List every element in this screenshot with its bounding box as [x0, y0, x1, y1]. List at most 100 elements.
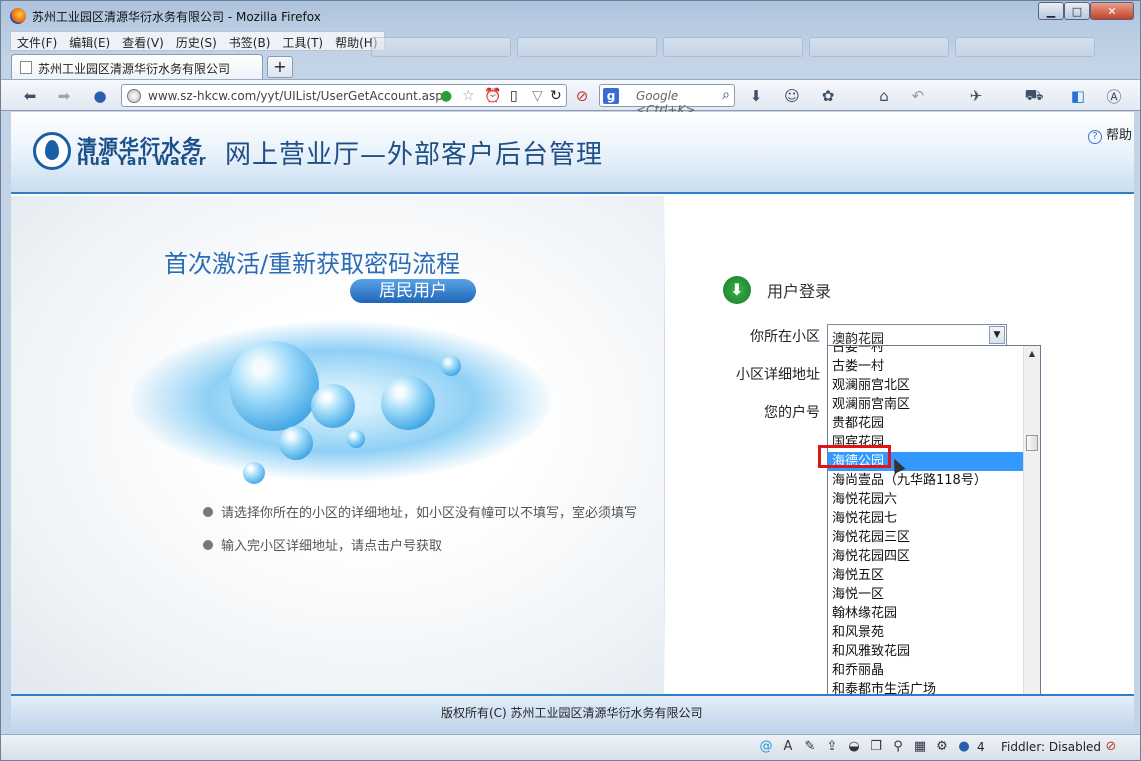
down-arrow-icon: ⬇ — [723, 276, 751, 304]
bubble-image — [381, 376, 435, 430]
minimize-button[interactable]: ▁ — [1038, 2, 1064, 20]
cart-icon[interactable]: ⛟ — [1023, 85, 1045, 107]
bubble-image — [229, 341, 319, 431]
dropdown-option[interactable]: 和风景苑 — [828, 623, 1024, 642]
tools-icon[interactable]: ✈ — [965, 85, 987, 107]
water-drop-logo-icon — [33, 132, 71, 170]
go-icon[interactable]: ● — [440, 88, 452, 104]
help-icon: ? — [1088, 130, 1102, 144]
mobile-icon[interactable]: ▯ — [510, 88, 518, 104]
bullet-icon — [203, 506, 213, 517]
gear-icon[interactable]: ⚙ — [934, 739, 950, 755]
back-arrow-icon[interactable]: ⬅ — [19, 85, 41, 107]
dropdown-option[interactable]: 海悦花园四区 — [828, 547, 1024, 566]
addon-blue-icon[interactable]: ◧ — [1067, 85, 1089, 107]
resident-user-badge: 居民用户 — [350, 279, 476, 303]
download-icon[interactable]: ⬇ — [745, 85, 767, 107]
instruction-list: 请选择你所在的小区的详细地址，如小区没有幢可以不填写，室必须填写 输入完小区详细… — [203, 502, 637, 568]
tab-strip: 苏州工业园区清源华衍水务有限公司 + — [1, 53, 1140, 79]
status-bar: @ A ✎ ⇪ ◒ ❐ ⚲ ▦ ⚙ ● 4 Fiddler: Disabled … — [1, 734, 1140, 760]
tab-active[interactable]: 苏州工业园区清源华衍水务有限公司 — [11, 54, 263, 79]
grid-icon[interactable]: ▦ — [912, 739, 928, 755]
address-bar[interactable]: www.sz-hkcw.com/yyt/UIList/UserGetAccoun… — [121, 84, 567, 107]
menu-edit[interactable]: 编辑(E) — [63, 32, 116, 50]
site-header: 清源华衍水务 Hua Yan Water 网上营业厅—外部客户后台管理 ? 帮助 — [11, 112, 1134, 194]
url-text: www.sz-hkcw.com/yyt/UIList/UserGetAccoun… — [148, 89, 451, 103]
zoom-icon[interactable]: ⚲ — [890, 739, 906, 755]
home-icon[interactable]: ⌂ — [873, 85, 895, 107]
bubble-image — [243, 462, 265, 484]
chevron-down-icon[interactable]: ▼ — [989, 326, 1005, 344]
dropdown-option[interactable]: 海悦花园六 — [828, 490, 1024, 509]
menu-history[interactable]: 历史(S) — [170, 32, 223, 50]
noscript-icon[interactable]: ⊘ — [571, 85, 593, 107]
page-content: 清源华衍水务 Hua Yan Water 网上营业厅—外部客户后台管理 ? 帮助 … — [11, 112, 1134, 733]
firefox-icon — [10, 8, 26, 24]
dropdown-option[interactable]: 古娄一村 — [828, 346, 1024, 357]
fiddler-status[interactable]: Fiddler: Disabled — [1001, 740, 1101, 754]
dropdown-option[interactable]: 海尚壹品（九华路118号） — [828, 471, 1024, 490]
dropdown-option[interactable]: 海悦一区 — [828, 585, 1024, 604]
globe-icon[interactable]: ● — [956, 739, 972, 755]
dropdown-option[interactable]: 贵都花园 — [828, 414, 1024, 433]
search-box[interactable]: g Google <Ctrl+K> ⌕ — [599, 84, 735, 117]
bubble-image — [279, 426, 313, 460]
extension-icon[interactable]: ✿ — [817, 85, 839, 107]
tab-count: 4 — [977, 740, 985, 754]
dropdown-option[interactable]: 海悦花园七 — [828, 509, 1024, 528]
window-icon[interactable]: ❐ — [868, 739, 884, 755]
alarm-icon[interactable]: ⏰ — [484, 88, 501, 104]
text-icon[interactable]: Ⓐ — [1103, 85, 1125, 107]
search-icon[interactable]: ⌕ — [722, 87, 730, 103]
addon-icon[interactable]: ☺ — [781, 85, 803, 107]
noscript-status-icon[interactable]: ⊘ — [1103, 739, 1119, 755]
list-item: 输入完小区详细地址，请点击户号获取 — [203, 535, 637, 554]
dropdown-option[interactable]: 观澜丽宫北区 — [828, 376, 1024, 395]
site-footer: 版权所有(C) 苏州工业园区清源华衍水务有限公司 — [11, 694, 1134, 733]
edit-icon[interactable]: ✎ — [802, 739, 818, 755]
community-select[interactable]: 澳韵花园 ▼ — [827, 324, 1007, 347]
account-label: 您的户号 — [764, 405, 820, 421]
home-globe-icon[interactable]: ● — [89, 85, 111, 107]
dropdown-option[interactable]: 和风雅致花园 — [828, 642, 1024, 661]
bookmark-star-icon[interactable]: ☆ — [462, 88, 475, 104]
maximize-button[interactable]: □ — [1064, 2, 1090, 20]
tab-label: 苏州工业园区清源华衍水务有限公司 — [38, 62, 231, 76]
dropdown-option[interactable]: 观澜丽宫南区 — [828, 395, 1024, 414]
search-engine-icon[interactable]: g — [603, 88, 619, 104]
dropdown-chevron-icon[interactable]: ▽ — [532, 88, 543, 104]
undo-icon[interactable]: ↶ — [907, 85, 929, 107]
new-tab-button[interactable]: + — [267, 56, 293, 78]
reload-icon[interactable]: ↻ — [550, 88, 562, 104]
menu-tools[interactable]: 工具(T) — [276, 32, 329, 50]
login-title: 用户登录 — [767, 282, 832, 301]
mask-icon[interactable]: ◒ — [846, 739, 862, 755]
dropdown-scrollbar[interactable]: ▲ ▼ — [1023, 346, 1040, 731]
dropdown-option[interactable]: 和乔丽晶 — [828, 661, 1024, 680]
share-icon[interactable]: ⇪ — [824, 739, 840, 755]
panel-divider — [664, 196, 665, 692]
scroll-up-icon[interactable]: ▲ — [1024, 346, 1040, 362]
highlight-annotation-box — [818, 445, 891, 468]
dropdown-option[interactable]: 海悦五区 — [828, 566, 1024, 585]
close-button[interactable]: ✕ — [1090, 2, 1134, 20]
dropdown-option[interactable]: 海悦花园三区 — [828, 528, 1024, 547]
login-heading: ⬇ 用户登录 — [723, 276, 831, 304]
menu-file[interactable]: 文件(F) — [11, 32, 63, 50]
community-dropdown-list[interactable]: 古娄一村 古娄一村 观澜丽宫北区 观澜丽宫南区 贵都花园 国宾花园 海德公园 海尚壹品（九华路… — [827, 345, 1041, 732]
bubble-image — [311, 384, 355, 428]
font-icon[interactable]: A — [780, 739, 796, 755]
logo-english: Hua Yan Water — [77, 153, 207, 169]
flow-panel: 首次激活/重新获取密码流程 居民用户 请选择你所在的小区的详细地址，如小区没有幢… — [11, 196, 664, 696]
menu-bookmarks[interactable]: 书签(B) — [223, 32, 277, 50]
window-title: 苏州工业园区清源华衍水务有限公司 - Mozilla Firefox — [32, 10, 321, 24]
navigation-toolbar: ⬅ ➡ ● www.sz-hkcw.com/yyt/UIList/UserGet… — [1, 79, 1140, 117]
at-icon[interactable]: @ — [758, 739, 774, 755]
dropdown-option[interactable]: 翰林缘花园 — [828, 604, 1024, 623]
scroll-thumb[interactable] — [1026, 435, 1038, 451]
site-identity-icon[interactable] — [127, 89, 141, 103]
menu-view[interactable]: 查看(V) — [116, 32, 170, 50]
forward-arrow-icon[interactable]: ➡ — [53, 85, 75, 107]
dropdown-option[interactable]: 古娄一村 — [828, 357, 1024, 376]
help-link[interactable]: ? 帮助 — [1088, 124, 1132, 144]
